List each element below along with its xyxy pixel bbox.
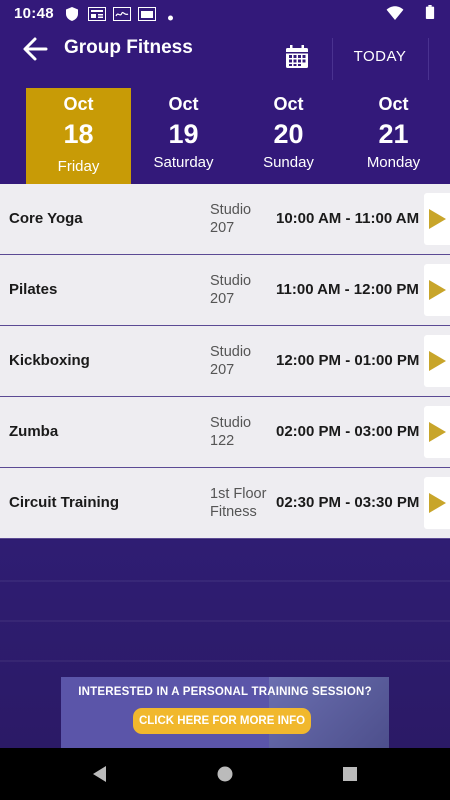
promo-cta-button[interactable]: CLICK HERE FOR MORE INFO xyxy=(133,708,311,734)
class-name: Core Yoga xyxy=(9,210,83,227)
date-day: 19 xyxy=(168,119,199,149)
promo-headline: INTERESTED IN A PERSONAL TRAINING SESSIO… xyxy=(78,686,372,698)
arrow-left-icon[interactable] xyxy=(20,34,50,64)
date-weekday: Saturday xyxy=(153,154,214,171)
class-time: 11:00 AM - 12:00 PM xyxy=(276,281,419,298)
date-tab[interactable]: Oct 20 Sunday xyxy=(236,88,341,184)
class-name: Pilates xyxy=(9,281,58,298)
shield-icon xyxy=(66,7,78,21)
battery-icon xyxy=(425,5,435,19)
location-line: Studio xyxy=(210,344,252,360)
date-month: Oct xyxy=(168,94,199,114)
date-day: 18 xyxy=(63,119,94,149)
news-icon xyxy=(88,7,106,21)
class-row[interactable]: Zumba Studio 122 02:00 PM - 03:00 PM xyxy=(0,397,450,468)
play-icon xyxy=(429,422,446,442)
location-line: Studio xyxy=(210,202,252,218)
play-button[interactable] xyxy=(424,406,450,458)
app-bar: Group Fitness TODAY xyxy=(0,28,450,88)
class-location: Studio 122 xyxy=(210,414,274,450)
play-button[interactable] xyxy=(424,477,450,529)
play-button[interactable] xyxy=(424,264,450,316)
class-location: Studio 207 xyxy=(210,343,274,379)
play-icon xyxy=(429,280,446,300)
location-line: 122 xyxy=(210,433,235,449)
home-nav-icon[interactable] xyxy=(211,760,239,788)
background-stripe xyxy=(0,660,450,662)
class-location: 1st Floor Fitness xyxy=(210,485,274,521)
class-location: Studio 207 xyxy=(210,201,274,237)
class-name: Circuit Training xyxy=(9,494,120,511)
date-month: Oct xyxy=(378,94,409,114)
system-nav-bar xyxy=(0,748,450,800)
status-bar: 10:48 xyxy=(0,0,450,28)
page-title: Group Fitness xyxy=(64,37,193,58)
location-line: Fitness xyxy=(210,504,257,520)
class-time: 02:30 PM - 03:30 PM xyxy=(276,494,420,511)
date-day: 20 xyxy=(273,119,304,149)
class-name: Zumba xyxy=(9,423,59,440)
signature-icon xyxy=(113,7,131,21)
class-name: Kickboxing xyxy=(9,352,90,369)
class-row[interactable]: Pilates Studio 207 11:00 AM - 12:00 PM xyxy=(0,255,450,326)
status-time: 10:48 xyxy=(14,5,54,22)
location-line: Studio xyxy=(210,273,252,289)
date-weekday: Monday xyxy=(366,154,421,171)
back-nav-icon[interactable] xyxy=(86,760,114,788)
class-time: 10:00 AM - 11:00 AM xyxy=(276,210,420,227)
date-weekday: Sunday xyxy=(263,154,314,171)
date-tab[interactable]: Oct 21 Monday xyxy=(341,88,446,184)
class-time: 12:00 PM - 01:00 PM xyxy=(276,352,420,369)
location-line: 207 xyxy=(210,362,235,378)
calendar-icon[interactable] xyxy=(284,44,310,70)
class-row[interactable]: Kickboxing Studio 207 12:00 PM - 01:00 PM xyxy=(0,326,450,397)
location-line: Studio xyxy=(210,415,252,431)
location-line: 1st Floor xyxy=(210,486,267,502)
date-tab-selected[interactable]: Oct 18 Friday xyxy=(26,88,131,184)
today-button[interactable]: TODAY xyxy=(332,48,428,65)
date-strip: y Oct 18 Friday Oct 19 Saturday Oct 20 S… xyxy=(0,88,450,261)
play-button[interactable] xyxy=(424,193,450,245)
date-tab[interactable]: Oct 19 Saturday xyxy=(131,88,236,184)
location-line: 207 xyxy=(210,291,235,307)
dot-icon xyxy=(168,15,173,21)
background-stripe xyxy=(0,620,450,622)
class-location: Studio 207 xyxy=(210,272,274,308)
date-month: Oct xyxy=(63,94,94,114)
background-stripe xyxy=(0,580,450,582)
class-row[interactable]: Circuit Training 1st Floor Fitness 02:30 … xyxy=(0,468,450,539)
class-row[interactable]: Core Yoga Studio 207 10:00 AM - 11:00 AM xyxy=(0,184,450,255)
red-badge-icon xyxy=(138,7,156,21)
class-time: 02:00 PM - 03:00 PM xyxy=(276,423,420,440)
date-month: Oct xyxy=(273,94,304,114)
promo-banner[interactable]: INTERESTED IN A PERSONAL TRAINING SESSIO… xyxy=(61,677,389,748)
class-list: Core Yoga Studio 207 10:00 AM - 11:00 AM … xyxy=(0,184,450,539)
play-icon xyxy=(429,209,446,229)
recents-nav-icon[interactable] xyxy=(336,760,364,788)
date-day: 21 xyxy=(378,119,409,149)
location-line: 207 xyxy=(210,220,235,236)
play-button[interactable] xyxy=(424,335,450,387)
wifi-icon xyxy=(386,6,404,20)
date-weekday: Friday xyxy=(57,158,100,175)
play-icon xyxy=(429,493,446,513)
play-icon xyxy=(429,351,446,371)
toolbar-divider xyxy=(428,38,429,80)
